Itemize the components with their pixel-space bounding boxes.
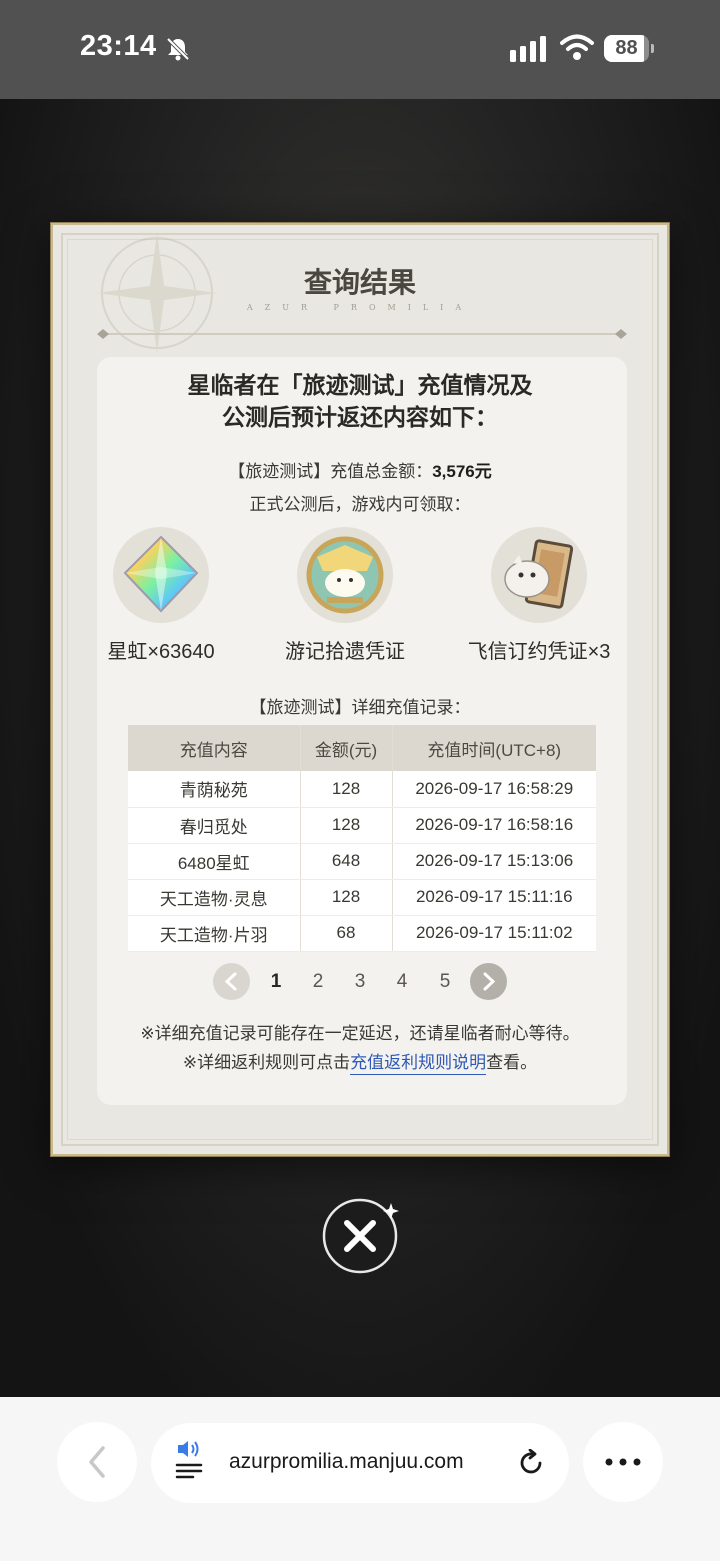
rules-note-prefix: ※详细返利规则可点击 <box>182 1053 351 1072</box>
page-number-4[interactable]: 4 <box>392 971 412 993</box>
status-bar: 23:14 88 <box>0 0 720 99</box>
reward-label: 星虹×63640 <box>107 641 215 663</box>
total-recharge: 【旅迹测试】充值总金额：3,576元 <box>53 457 667 482</box>
claim-label: 正式公测后，游戏内可领取： <box>249 495 471 514</box>
creature-card-icon <box>491 527 587 623</box>
dialog-subtitle: AZUR PROMILIA <box>246 303 474 312</box>
table-cell: 青荫秘苑 <box>128 771 300 808</box>
close-icon <box>322 1198 399 1274</box>
pagination: 1 2 3 4 5 <box>213 962 513 1002</box>
page-number-1[interactable]: 1 <box>266 971 286 993</box>
table-header-row: 充值内容 金额(元) 充值时间(UTC+8) <box>128 725 596 771</box>
column-header: 金额(元) <box>299 725 392 771</box>
query-result-dialog: 查询结果 AZUR PROMILIA 星临者在「旅迹测试」充值情况及 公测后预计… <box>51 223 669 1156</box>
table-cell: 648 <box>299 843 392 880</box>
reward-item: 星虹×63640 <box>61 527 261 664</box>
wifi-icon <box>560 34 594 60</box>
table-cell: 天工造物·灵息 <box>128 879 300 916</box>
ornament-divider <box>97 329 627 339</box>
table-row: 6480星虹 648 2026-09-17 15:13:06 <box>128 843 596 880</box>
table-row: 青荫秘苑 128 2026-09-17 16:58:29 <box>128 771 596 808</box>
page-number-5[interactable]: 5 <box>435 971 455 993</box>
headline-line-2: 公测后预计返还内容如下： <box>222 404 498 430</box>
total-label: 【旅迹测试】充值总金额： <box>228 462 433 481</box>
chevron-right-icon <box>483 972 496 991</box>
table-row: 春归觅处 128 2026-09-17 16:58:16 <box>128 807 596 844</box>
reload-icon <box>520 1448 542 1474</box>
column-header: 充值时间(UTC+8) <box>391 725 596 771</box>
reward-label: 飞信订约凭证×3 <box>467 641 611 663</box>
battery-level: 88 <box>615 37 638 59</box>
status-time: 23:14 <box>80 30 157 62</box>
headline: 星临者在「旅迹测试」充值情况及 公测后预计返还内容如下： <box>53 369 667 433</box>
total-value: 3,576元 <box>432 462 492 481</box>
badge-emblem-icon <box>297 527 393 623</box>
address-bar[interactable]: azurpromilia.manjuu.com <box>151 1423 569 1503</box>
page-number-3[interactable]: 3 <box>350 971 370 993</box>
table-row: 天工造物·灵息 128 2026-09-17 15:11:16 <box>128 879 596 916</box>
rules-link[interactable]: 充值返利规则说明 <box>350 1053 487 1075</box>
table-cell: 2026-09-17 15:11:02 <box>391 915 596 952</box>
page-number-2[interactable]: 2 <box>308 971 328 993</box>
next-page-button[interactable] <box>470 963 507 1000</box>
table-cell: 天工造物·片羽 <box>128 915 300 952</box>
table-cell: 2026-09-17 16:58:16 <box>391 807 596 844</box>
rules-note: ※详细返利规则可点击充值返利规则说明查看。 <box>53 1048 667 1075</box>
url-text: azurpromilia.manjuu.com <box>229 1450 464 1473</box>
cellular-signal-icon <box>510 36 546 62</box>
table-cell: 2026-09-17 16:58:29 <box>391 771 596 808</box>
table-cell: 128 <box>299 771 392 808</box>
bell-muted-icon <box>166 37 190 61</box>
browser-toolbar: azurpromilia.manjuu.com <box>0 1397 720 1561</box>
battery-indicator: 88 <box>604 35 654 62</box>
dialog-title: 查询结果 <box>303 266 416 299</box>
table-row: 天工造物·片羽 68 2026-09-17 15:11:02 <box>128 915 596 952</box>
table-cell: 128 <box>299 807 392 844</box>
headline-line-1: 星临者在「旅迹测试」充值情况及 <box>187 372 533 398</box>
table-cell: 128 <box>299 879 392 916</box>
more-options-button[interactable] <box>583 1422 663 1502</box>
column-header: 充值内容 <box>128 725 300 771</box>
records-title: 【旅迹测试】详细充值记录： <box>249 698 471 717</box>
more-dots-icon <box>605 1458 641 1466</box>
reward-item: 飞信订约凭证×3 <box>411 527 667 664</box>
recharge-records-table: 充值内容 金额(元) 充值时间(UTC+8) 青荫秘苑 128 2026-09-… <box>128 725 596 952</box>
close-button[interactable] <box>321 1197 399 1275</box>
reload-button[interactable] <box>518 1448 546 1477</box>
reader-audio-icon <box>175 1441 203 1479</box>
prev-page-button[interactable] <box>213 963 250 1000</box>
table-cell: 6480星虹 <box>128 843 300 880</box>
table-cell: 2026-09-17 15:13:06 <box>391 843 596 880</box>
table-cell: 春归觅处 <box>128 807 300 844</box>
table-cell: 2026-09-17 15:11:16 <box>391 879 596 916</box>
table-cell: 68 <box>299 915 392 952</box>
chevron-left-icon <box>89 1446 105 1478</box>
chevron-left-icon <box>224 972 237 991</box>
back-button[interactable] <box>57 1422 137 1502</box>
delay-note: ※详细充值记录可能存在一定延迟，还请星临者耐心等待。 <box>140 1024 580 1043</box>
rules-note-suffix: 查看。 <box>486 1053 538 1072</box>
prism-crystal-icon <box>113 527 209 623</box>
